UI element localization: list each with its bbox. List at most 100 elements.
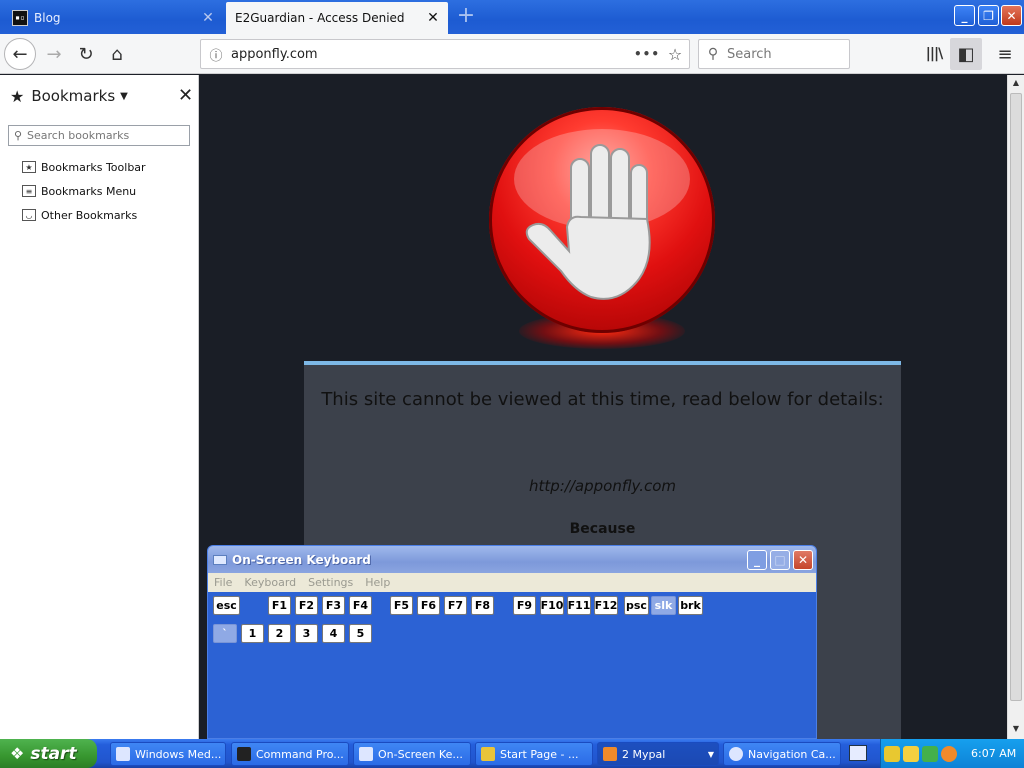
- osk-maximize-button[interactable]: □: [770, 550, 790, 570]
- key-1[interactable]: 1: [241, 624, 264, 643]
- task-windows-media[interactable]: Windows Med...: [110, 742, 226, 766]
- key-f8[interactable]: F8: [471, 596, 494, 615]
- start-label: start: [30, 743, 77, 764]
- scroll-down-icon[interactable]: ▼: [1008, 721, 1024, 737]
- scroll-thumb[interactable]: [1010, 93, 1022, 701]
- security-shield-icon[interactable]: [903, 745, 919, 762]
- tab-e2guardian[interactable]: E2Guardian - Access Denied ✕: [226, 2, 448, 34]
- key-backtick[interactable]: `: [213, 624, 237, 643]
- key-4[interactable]: 4: [322, 624, 345, 643]
- chevron-down-icon[interactable]: ▼: [120, 91, 128, 102]
- key-f3[interactable]: F3: [322, 596, 345, 615]
- url-bar[interactable]: ⓘ apponfly.com ••• ☆: [200, 39, 690, 69]
- key-f1[interactable]: F1: [268, 596, 291, 615]
- task-mypal[interactable]: 2 Mypal ▼: [597, 742, 719, 766]
- start-button[interactable]: ❖ start: [0, 739, 97, 768]
- vertical-scrollbar[interactable]: ▲ ▼: [1007, 75, 1024, 739]
- arrow-left-icon: ←: [12, 43, 28, 65]
- key-brk[interactable]: brk: [678, 596, 703, 615]
- windows-flag-icon: ❖: [10, 744, 25, 763]
- menu-keyboard[interactable]: Keyboard: [244, 576, 296, 589]
- task-label: Start Page - ...: [500, 747, 579, 761]
- search-bar[interactable]: ⚲ Search: [698, 39, 850, 69]
- close-tab-icon[interactable]: ✕: [197, 7, 219, 29]
- mypal-icon: [603, 747, 617, 761]
- keyboard-icon: [213, 554, 227, 565]
- keyboard-icon: [359, 747, 373, 761]
- network-icon[interactable]: [884, 745, 900, 762]
- bookmark-star-icon[interactable]: ☆: [661, 45, 689, 64]
- restore-button[interactable]: ❐: [978, 5, 999, 26]
- info-icon[interactable]: ⓘ: [201, 45, 231, 64]
- taskbar: ❖ start Windows Med... Command Pro... On…: [0, 739, 1024, 768]
- key-f4[interactable]: F4: [349, 596, 372, 615]
- library-button[interactable]: |||\: [918, 38, 950, 70]
- forward-button[interactable]: →: [38, 38, 70, 70]
- sidebar-header: ★ Bookmarks ▼ ✕: [10, 85, 193, 107]
- key-esc[interactable]: esc: [213, 596, 240, 615]
- key-f9[interactable]: F9: [513, 596, 536, 615]
- bookmark-search-input[interactable]: ⚲ Search bookmarks: [8, 125, 190, 146]
- page-actions-icon[interactable]: •••: [633, 47, 661, 61]
- menu-settings[interactable]: Settings: [308, 576, 353, 589]
- key-f7[interactable]: F7: [444, 596, 467, 615]
- reload-icon: ↻: [78, 43, 94, 65]
- back-button[interactable]: ←: [4, 38, 36, 70]
- task-command-prompt[interactable]: Command Pro...: [231, 742, 349, 766]
- sidebar-toggle-button[interactable]: ◧: [950, 38, 982, 70]
- osk-minimize-button[interactable]: _: [747, 550, 767, 570]
- task-label: Windows Med...: [135, 747, 222, 761]
- sidebar-item-other-bookmarks[interactable]: ◡ Other Bookmarks: [22, 206, 137, 224]
- sidebar-item-label: Other Bookmarks: [41, 208, 138, 222]
- star-icon: ★: [10, 86, 25, 106]
- key-f10[interactable]: F10: [540, 596, 564, 615]
- close-window-button[interactable]: ✕: [1001, 5, 1022, 26]
- key-slk[interactable]: slk: [651, 596, 676, 615]
- key-f11[interactable]: F11: [567, 596, 591, 615]
- close-tab-icon[interactable]: ✕: [422, 7, 444, 29]
- tab-blog[interactable]: ▪▫ Blog ✕: [3, 3, 223, 32]
- menu-button[interactable]: ≡: [989, 38, 1021, 70]
- scroll-up-icon[interactable]: ▲: [1008, 75, 1024, 91]
- key-psc[interactable]: psc: [624, 596, 649, 615]
- minimize-button[interactable]: _: [954, 5, 975, 26]
- terminal-icon: ▪▫: [12, 9, 28, 26]
- osk-titlebar[interactable]: On-Screen Keyboard _ □ ✕: [208, 546, 816, 573]
- browser-icon: [481, 747, 495, 761]
- key-f5[interactable]: F5: [390, 596, 413, 615]
- blocked-url: http://apponfly.com: [528, 477, 677, 495]
- tab-title: E2Guardian - Access Denied: [235, 11, 405, 25]
- menu-file[interactable]: File: [214, 576, 232, 589]
- new-tab-button[interactable]: +: [454, 5, 478, 29]
- osk-menubar: File Keyboard Settings Help: [208, 573, 816, 592]
- key-f2[interactable]: F2: [295, 596, 318, 615]
- sidebar-item-bookmarks-toolbar[interactable]: ★ Bookmarks Toolbar: [22, 158, 146, 176]
- bookmarks-sidebar: ★ Bookmarks ▼ ✕ ⚲ Search bookmarks ★ Boo…: [0, 75, 199, 739]
- hamburger-icon: ≡: [997, 43, 1013, 65]
- update-icon[interactable]: [922, 745, 938, 762]
- key-5[interactable]: 5: [349, 624, 372, 643]
- key-2[interactable]: 2: [268, 624, 291, 643]
- sidebar-icon: ◧: [957, 43, 975, 65]
- task-start-page[interactable]: Start Page - ...: [475, 742, 593, 766]
- key-3[interactable]: 3: [295, 624, 318, 643]
- task-on-screen-keyboard[interactable]: On-Screen Ke...: [353, 742, 471, 766]
- home-button[interactable]: ⌂: [101, 38, 133, 70]
- menu-help[interactable]: Help: [365, 576, 390, 589]
- chevron-down-icon: ▼: [707, 749, 714, 759]
- key-f6[interactable]: F6: [417, 596, 440, 615]
- task-label: 2 Mypal: [622, 747, 666, 761]
- close-sidebar-icon[interactable]: ✕: [178, 85, 193, 106]
- task-navigation-canceled[interactable]: Navigation Ca...: [723, 742, 841, 766]
- url-text[interactable]: apponfly.com: [231, 47, 633, 62]
- search-icon: ⚲: [707, 46, 719, 62]
- media-player-icon: [116, 747, 130, 761]
- osk-close-button[interactable]: ✕: [793, 550, 813, 570]
- navigation-toolbar: ← → ↻ ⌂ ⓘ apponfly.com ••• ☆ ⚲ Search ||…: [0, 34, 1024, 74]
- search-tray-icon[interactable]: [941, 745, 957, 762]
- sidebar-title[interactable]: Bookmarks: [31, 87, 115, 105]
- sidebar-item-bookmarks-menu[interactable]: ≡ Bookmarks Menu: [22, 182, 136, 200]
- language-bar-icon[interactable]: [849, 745, 867, 761]
- key-f12[interactable]: F12: [594, 596, 618, 615]
- reload-button[interactable]: ↻: [70, 38, 102, 70]
